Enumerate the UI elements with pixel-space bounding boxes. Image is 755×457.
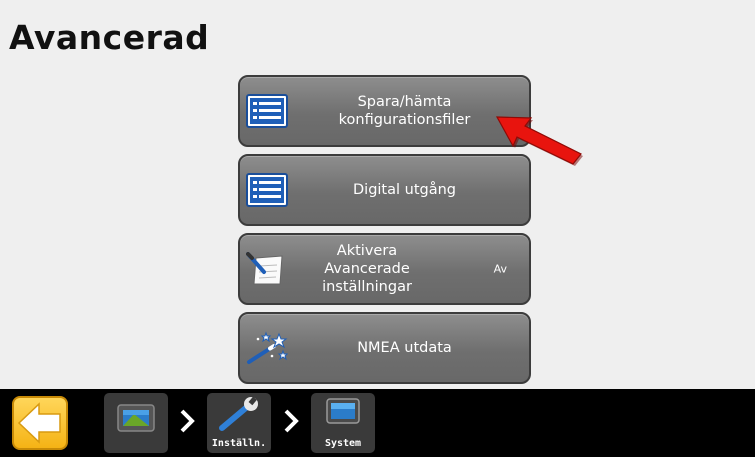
- notepad-pen-icon: [246, 252, 283, 285]
- nmea-output-label: NMEA utdata: [357, 340, 452, 356]
- nmea-output-button[interactable]: NMEA utdata: [238, 312, 531, 384]
- chevron-right-icon: [284, 409, 299, 433]
- breadcrumb-settings[interactable]: Inställn.: [207, 393, 271, 453]
- breadcrumb-home[interactable]: [104, 393, 168, 453]
- breadcrumb-system[interactable]: System: [311, 393, 375, 453]
- red-pointer-arrow-icon: [495, 116, 583, 166]
- breadcrumb-label: Inställn.: [211, 438, 267, 449]
- list-icon: [246, 173, 288, 207]
- digital-output-label: Digital utgång: [353, 182, 456, 198]
- back-arrow-icon: [17, 402, 61, 444]
- save-load-config-button[interactable]: Spara/hämta konfigurationsfiler: [238, 75, 531, 147]
- chevron-right-icon: [180, 409, 195, 433]
- magic-wand-icon: [247, 331, 288, 364]
- advanced-settings-button[interactable]: Aktivera Avancerade inställningar Av: [238, 233, 531, 305]
- display-terminal-icon: [117, 404, 155, 432]
- back-button[interactable]: [12, 396, 68, 450]
- save-load-config-label: Spara/hämta konfigurationsfiler: [338, 94, 471, 128]
- bottom-navigation-bar: Inställn. System: [0, 389, 755, 457]
- advanced-settings-state: Av: [493, 262, 507, 276]
- list-icon: [246, 94, 288, 128]
- breadcrumb-label: System: [324, 438, 362, 449]
- monitor-icon: [326, 398, 360, 424]
- page-title: Avancerad: [9, 18, 210, 57]
- digital-output-button[interactable]: Digital utgång: [238, 154, 531, 226]
- wrench-icon: [219, 396, 258, 431]
- advanced-settings-label: Aktivera Avancerade inställningar: [322, 243, 412, 295]
